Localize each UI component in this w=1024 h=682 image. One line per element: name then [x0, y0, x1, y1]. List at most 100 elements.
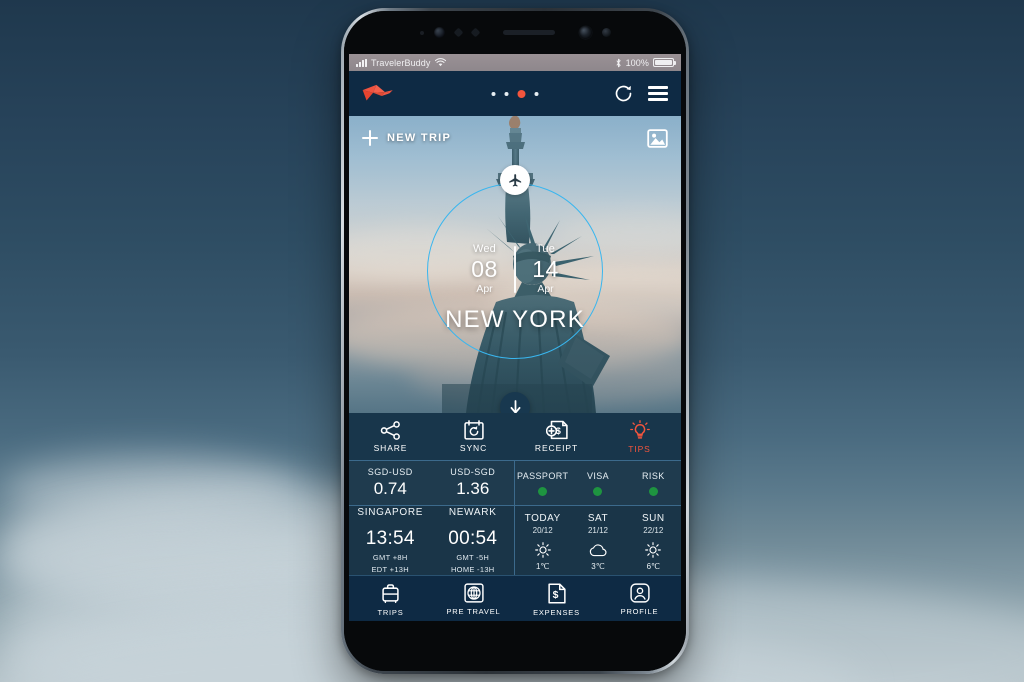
lightbulb-icon: [629, 419, 650, 439]
nav-item-profile[interactable]: PROFILE: [598, 583, 681, 616]
page-dot-active[interactable]: [517, 89, 526, 98]
clock-city: NEWARK: [448, 507, 497, 518]
weather-date: 21/12: [587, 526, 608, 535]
rate-cell-sgd-usd[interactable]: SGD-USD 0.74: [349, 461, 432, 505]
page-dot[interactable]: [534, 91, 539, 96]
sensor-dot-icon: [419, 30, 424, 35]
status-bar: TravelerBuddy 100%: [349, 54, 681, 71]
status-passport[interactable]: PASSPORT: [515, 461, 570, 505]
refresh-icon[interactable]: [613, 83, 634, 104]
nav-item-trips[interactable]: TRIPS: [349, 583, 432, 617]
nav-label: TRIPS: [377, 607, 404, 617]
share-icon: [380, 420, 400, 440]
phone-bottom-bezel: [344, 621, 686, 671]
front-camera-icon: [578, 26, 592, 39]
weather-temp: 6℃: [646, 562, 661, 571]
bottom-navigation-bar: TRIPS PRE TRAVEL $ EXPENSES PROFILE: [349, 575, 681, 621]
page-dot[interactable]: [491, 91, 496, 96]
weather-day: SAT: [587, 513, 609, 524]
sync-label: SYNC: [459, 443, 488, 453]
date-divider: [514, 246, 516, 293]
plus-icon: [362, 130, 378, 146]
clock-offset-local: EDT +13H: [371, 565, 409, 574]
rate-value: 1.36: [456, 479, 490, 498]
status-label: VISA: [586, 470, 610, 481]
status-label: RISK: [642, 470, 665, 481]
sync-icon: [463, 420, 484, 440]
arrow-down-icon: [510, 399, 520, 413]
weather-saturday[interactable]: SAT 21/12 3℃: [570, 506, 625, 575]
clocks-weather-row: SINGAPORE 13:54 GMT +8H EDT +13H NEWARK …: [349, 505, 681, 575]
status-badge: [538, 486, 548, 496]
new-trip-button[interactable]: NEW TRIP: [362, 130, 451, 146]
quick-actions-row: SHARE SYNC $ RECEIPT TIPS: [349, 413, 681, 460]
tips-label: TIPS: [628, 443, 651, 454]
airplane-icon: [508, 173, 521, 186]
hamburger-menu-icon[interactable]: [648, 86, 668, 101]
status-label: PASSPORT: [516, 470, 569, 481]
person-icon: [629, 583, 650, 603]
iris-scanner-icon: [433, 27, 445, 38]
rate-label: USD-SGD: [450, 467, 496, 477]
clock-newark[interactable]: NEWARK 00:54 GMT -5H HOME -13H: [432, 506, 515, 575]
battery-percent-label: 100%: [625, 57, 649, 68]
signal-bars-icon: [356, 58, 367, 67]
status-visa[interactable]: VISA: [570, 461, 625, 505]
phone-body: TravelerBuddy 100% NEW TRIP Wed 08 Apr T…: [344, 11, 686, 671]
earpiece-speaker: [502, 30, 555, 35]
rate-value: 0.74: [373, 479, 407, 498]
depart-month: Apr: [476, 283, 493, 295]
weather-day: TODAY: [524, 513, 561, 524]
receipt-action[interactable]: $ RECEIPT: [515, 420, 598, 453]
trip-hero-card: NEW TRIP Wed 08 Apr Tue 14 Apr NEW YORK: [349, 116, 681, 413]
page-indicator-dots[interactable]: [491, 89, 539, 98]
trip-circle-widget[interactable]: Wed 08 Apr Tue 14 Apr NEW YORK: [427, 165, 603, 359]
clock-offset-gmt: GMT +8H: [372, 553, 408, 562]
suitcase-icon: [382, 583, 399, 603]
weather-today[interactable]: TODAY 20/12 1℃: [515, 506, 570, 575]
phone-device-frame: TravelerBuddy 100% NEW TRIP Wed 08 Apr T…: [341, 8, 689, 674]
airplane-badge[interactable]: [500, 165, 530, 195]
return-dayofweek: Tue: [535, 243, 556, 255]
app-header: [349, 71, 681, 116]
nav-item-expenses[interactable]: $ EXPENSES: [515, 582, 598, 617]
nav-label: EXPENSES: [533, 607, 580, 617]
status-risk[interactable]: RISK: [626, 461, 681, 505]
return-date: Tue 14 Apr: [520, 244, 571, 295]
trip-dates: Wed 08 Apr Tue 14 Apr: [459, 244, 571, 295]
proximity-sensor-icon: [453, 27, 463, 38]
nav-label: PROFILE: [620, 607, 659, 616]
page-dot[interactable]: [504, 91, 509, 96]
image-gallery-icon[interactable]: [647, 128, 668, 148]
status-badge: [648, 486, 658, 496]
share-label: SHARE: [373, 442, 408, 453]
clock-city: SINGAPORE: [357, 507, 424, 518]
battery-full-icon: [653, 58, 676, 67]
sync-action[interactable]: SYNC: [432, 420, 515, 453]
weather-sunday[interactable]: SUN 22/12 6℃: [626, 506, 681, 575]
cloud-icon: [589, 542, 607, 558]
rate-label: SGD-USD: [367, 467, 413, 477]
weather-temp: 3℃: [591, 562, 605, 571]
phone-screen: TravelerBuddy 100% NEW TRIP Wed 08 Apr T…: [349, 54, 681, 621]
nav-item-pre-travel[interactable]: PRE TRAVEL: [432, 583, 515, 616]
new-trip-label: NEW TRIP: [387, 132, 452, 144]
clock-singapore[interactable]: SINGAPORE 13:54 GMT +8H EDT +13H: [349, 506, 432, 575]
svg-text:$: $: [552, 589, 558, 600]
sun-icon: [534, 542, 551, 558]
clock-time: 00:54: [448, 528, 498, 549]
bluetooth-icon: [616, 58, 621, 67]
nav-label: PRE TRAVEL: [446, 607, 501, 616]
tips-action[interactable]: TIPS: [598, 419, 681, 454]
share-action[interactable]: SHARE: [349, 420, 432, 453]
origami-bird-logo: [362, 84, 393, 101]
destination-city-label: NEW YORK: [445, 306, 585, 333]
clock-offset-gmt: GMT -5H: [456, 553, 490, 562]
clock-offset-home: HOME -13H: [450, 565, 495, 574]
rate-cell-usd-sgd[interactable]: USD-SGD 1.36: [432, 461, 515, 505]
depart-day: 08: [471, 256, 498, 282]
world-clocks-panel: SINGAPORE 13:54 GMT +8H EDT +13H NEWARK …: [349, 506, 515, 575]
clock-time: 13:54: [365, 528, 415, 549]
weather-temp: 1℃: [535, 562, 550, 571]
receipt-icon: $: [545, 420, 568, 440]
